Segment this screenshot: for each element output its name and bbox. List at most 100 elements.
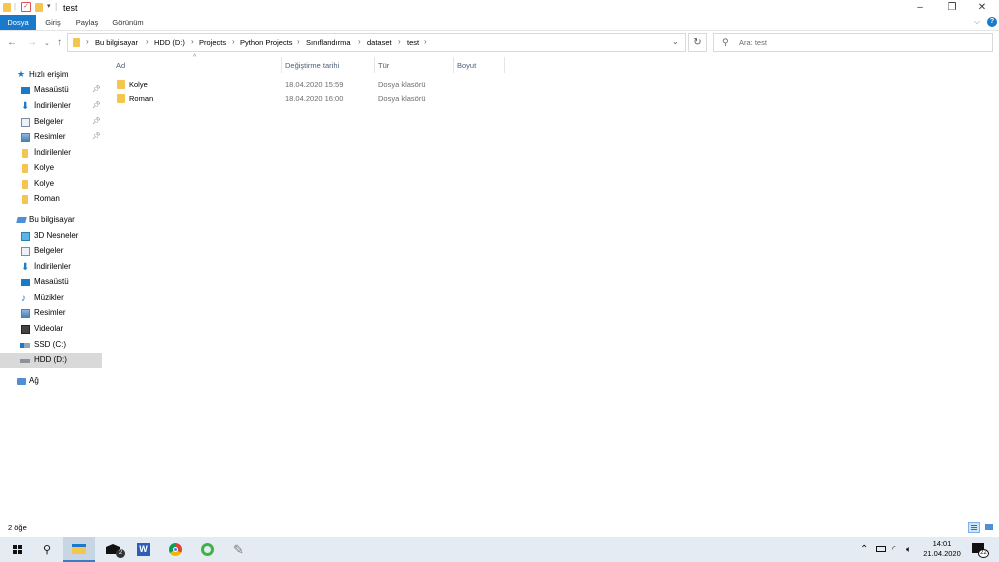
recent-locations-chevron-icon[interactable]: ⌄: [44, 38, 50, 50]
file-name[interactable]: Roman: [129, 94, 153, 103]
nav-item-videolar[interactable]: Videolar: [0, 322, 102, 337]
nav-item-indirilenler-pinned[interactable]: ⬇ İndirilenler 📌︎: [0, 99, 102, 114]
file-row[interactable]: Kolye 18.04.2020 15:59 Dosya klasörü: [113, 78, 443, 92]
chevron-right-icon[interactable]: ›: [232, 37, 235, 46]
tab-gorunum[interactable]: Görünüm: [108, 15, 148, 30]
mail-taskbar-button[interactable]: 2: [98, 537, 130, 562]
chevron-right-icon[interactable]: ›: [358, 37, 361, 46]
breadcrumb-siniflandirma[interactable]: Sınıflandırma: [306, 38, 351, 47]
new-folder-icon[interactable]: [35, 3, 43, 12]
column-header-size[interactable]: Boyut: [454, 56, 504, 73]
forward-arrow-icon[interactable]: →: [27, 37, 37, 49]
nav-item-hdd-d[interactable]: HDD (D:): [0, 353, 102, 368]
breadcrumb-projects[interactable]: Projects: [199, 38, 226, 47]
show-hidden-icons-chevron-icon[interactable]: ⌃: [860, 544, 868, 555]
breadcrumb-dataset[interactable]: dataset: [367, 38, 392, 47]
nav-item-indirilenler[interactable]: ⬇ İndirilenler: [0, 260, 102, 275]
clock[interactable]: 14:01 21.04.2020: [918, 539, 966, 559]
file-name[interactable]: Kolye: [129, 80, 148, 89]
tab-dosya[interactable]: Dosya: [0, 15, 36, 30]
tab-giris[interactable]: Giriş: [38, 15, 68, 30]
minimize-button[interactable]: –: [906, 0, 934, 15]
chrome-taskbar-button[interactable]: [160, 537, 192, 562]
app-taskbar-button[interactable]: [192, 537, 224, 562]
word-taskbar-button[interactable]: W: [128, 537, 160, 562]
file-explorer-taskbar-button[interactable]: [63, 537, 95, 562]
tab-paylas[interactable]: Paylaş: [70, 15, 104, 30]
nav-item-masaustu[interactable]: Masaüstü: [0, 275, 102, 290]
details-view-button[interactable]: [968, 522, 980, 533]
nav-item-3d-objects[interactable]: 3D Nesneler: [0, 229, 102, 244]
nav-item-roman[interactable]: Roman: [0, 192, 102, 207]
separator: |: [14, 2, 17, 11]
pin-icon[interactable]: 📌︎: [92, 101, 101, 109]
up-arrow-icon[interactable]: ↑: [57, 37, 62, 49]
file-explorer-icon: [72, 544, 86, 554]
pin-icon[interactable]: 📌︎: [92, 85, 101, 93]
properties-icon[interactable]: ✓: [21, 2, 31, 12]
address-bar[interactable]: › Bu bilgisayar › HDD (D:) › Projects › …: [67, 33, 686, 52]
nav-item-belgeler-pinned[interactable]: Belgeler 📌︎: [0, 115, 102, 130]
refresh-button[interactable]: ↻: [688, 33, 707, 52]
chevron-right-icon[interactable]: ›: [398, 37, 401, 46]
battery-icon[interactable]: [876, 546, 886, 552]
paint-taskbar-button[interactable]: ✎: [224, 537, 256, 562]
search-box[interactable]: ⚲ Ara: test: [713, 33, 993, 52]
address-dropdown-chevron-icon[interactable]: ⌄: [672, 37, 679, 46]
nav-item-this-pc[interactable]: Bu bilgisayar: [0, 213, 102, 228]
nav-item-muzikler[interactable]: ♪ Müzikler: [0, 291, 102, 306]
nav-item-belgeler[interactable]: Belgeler: [0, 244, 102, 259]
folder-icon: [22, 149, 28, 158]
back-arrow-icon[interactable]: ←: [7, 37, 17, 49]
window-title: test: [63, 3, 78, 13]
nav-item-masaustu-pinned[interactable]: Masaüstü 📌︎: [0, 83, 102, 98]
wifi-icon[interactable]: ◜: [892, 544, 896, 555]
volume-icon[interactable]: 🔈︎: [906, 544, 911, 555]
documents-icon: [21, 118, 30, 127]
breadcrumb-bu-bilgisayar[interactable]: Bu bilgisayar: [95, 38, 138, 47]
close-button[interactable]: ✕: [968, 0, 996, 15]
nav-label: HDD (D:): [34, 355, 67, 364]
file-row[interactable]: Roman 18.04.2020 16:00 Dosya klasörü: [113, 92, 443, 106]
desktop-icon: [21, 279, 30, 286]
restore-button[interactable]: ❐: [938, 0, 966, 15]
nav-item-quick-access[interactable]: ★ Hızlı erişim: [0, 68, 102, 83]
nav-item-ssd-c[interactable]: SSD (C:): [0, 338, 102, 353]
breadcrumb-test[interactable]: test: [407, 38, 419, 47]
column-header-name[interactable]: Ad: [113, 56, 281, 73]
nav-item-kolye-2[interactable]: Kolye: [0, 177, 102, 192]
nav-label: Müzikler: [34, 293, 64, 302]
chevron-right-icon[interactable]: ›: [146, 37, 149, 46]
pin-icon[interactable]: 📌︎: [92, 117, 101, 125]
chevron-right-icon[interactable]: ›: [191, 37, 194, 46]
search-input[interactable]: Ara: test: [739, 38, 767, 47]
file-date: 18.04.2020 15:59: [285, 80, 344, 89]
nav-item-resimler[interactable]: Resimler: [0, 306, 102, 321]
start-button[interactable]: [2, 537, 34, 562]
column-header-type[interactable]: Tür: [375, 56, 453, 73]
large-icons-view-button[interactable]: [983, 522, 995, 533]
search-taskbar-button[interactable]: ⚲: [32, 537, 64, 562]
breadcrumb-python-projects[interactable]: Python Projects: [240, 38, 293, 47]
chevron-right-icon[interactable]: ›: [424, 37, 427, 46]
pin-icon[interactable]: 📌︎: [92, 132, 101, 140]
customize-toolbar-chevron-icon[interactable]: ▾: [47, 2, 51, 10]
nav-label: Resimler: [34, 308, 66, 317]
nav-item-kolye[interactable]: Kolye: [0, 161, 102, 176]
column-divider[interactable]: [504, 57, 505, 73]
column-header-date[interactable]: Değiştirme tarihi: [282, 56, 374, 73]
breadcrumb-hdd[interactable]: HDD (D:): [154, 38, 185, 47]
nav-label: Kolye: [34, 163, 55, 172]
nav-item-network[interactable]: Ağ: [0, 374, 102, 389]
help-icon[interactable]: ?: [987, 17, 997, 27]
word-icon: W: [137, 543, 150, 556]
windows-logo-icon: [13, 545, 17, 549]
nav-item-resimler-pinned[interactable]: Resimler 📌︎: [0, 130, 102, 145]
column-label: Değiştirme tarihi: [285, 61, 340, 70]
expand-ribbon-chevron-icon[interactable]: ⌵: [974, 17, 980, 27]
chevron-right-icon[interactable]: ›: [86, 37, 89, 46]
search-icon: ⚲: [43, 544, 52, 556]
nav-item-indirilenler-folder[interactable]: İndirilenler: [0, 146, 102, 161]
chevron-right-icon[interactable]: ›: [297, 37, 300, 46]
download-icon: ⬇: [21, 262, 30, 273]
